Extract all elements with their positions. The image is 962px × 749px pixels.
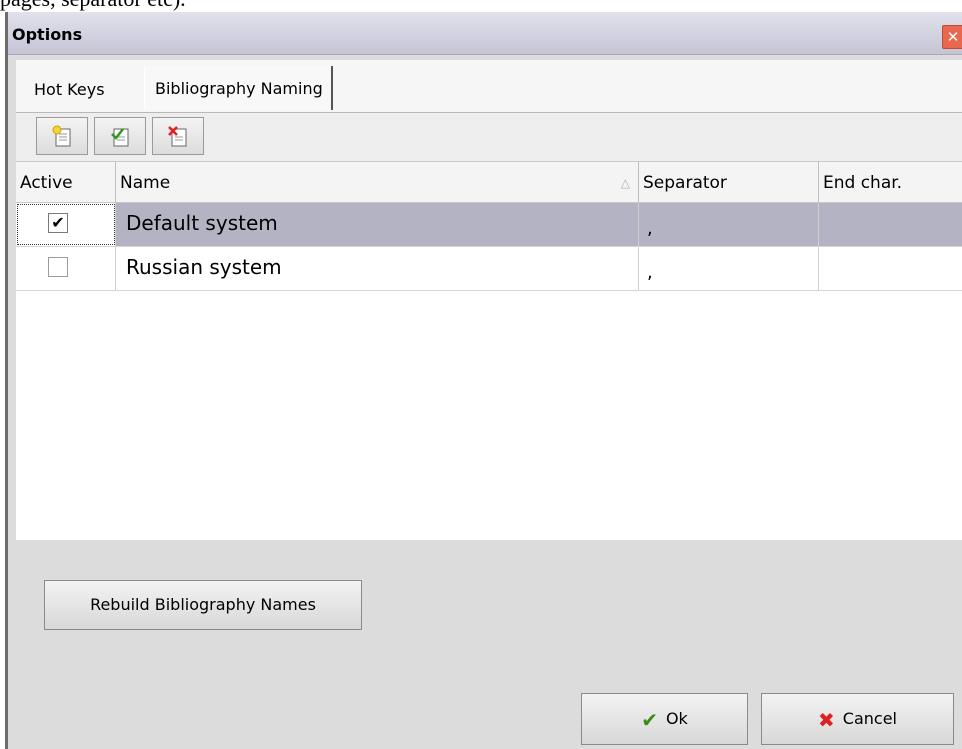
separator-cell: ,: [639, 203, 819, 246]
delete-item-button[interactable]: [152, 117, 204, 155]
options-dialog: Options ✕ Hot Keys Bibliography Naming A…: [5, 12, 962, 749]
column-header-end-char[interactable]: End char.: [819, 162, 962, 202]
tab-bar: Hot Keys Bibliography Naming: [16, 60, 962, 113]
add-item-button[interactable]: [36, 117, 88, 155]
dialog-titlebar[interactable]: Options ✕: [8, 12, 962, 55]
tab-bibliography-naming[interactable]: Bibliography Naming: [144, 66, 333, 110]
dialog-title: Options: [12, 25, 83, 44]
checkmark-icon: ✔: [641, 707, 658, 732]
sort-ascending-icon: △: [620, 176, 630, 190]
bibliography-naming-grid: Active Name △ Separator End char. ✔ Defa…: [16, 162, 962, 540]
end-char-cell: [819, 247, 962, 290]
table-row[interactable]: ✔ Default system ,: [16, 203, 962, 247]
edit-item-button[interactable]: [94, 117, 146, 155]
grid-header: Active Name △ Separator End char.: [16, 162, 962, 203]
active-cell: ✔: [16, 203, 116, 246]
cross-icon: ✖: [818, 707, 835, 732]
active-checkbox[interactable]: ✔: [48, 213, 68, 233]
separator-value: ,: [647, 262, 653, 283]
close-button[interactable]: ✕: [942, 25, 962, 49]
column-header-name-label: Name: [120, 173, 171, 193]
name-cell: Russian system: [116, 247, 639, 290]
cancel-button[interactable]: ✖ Cancel: [761, 693, 954, 745]
table-row[interactable]: Russian system ,: [16, 247, 962, 291]
delete-document-icon: [168, 126, 187, 147]
rebuild-bibliography-names-button[interactable]: Rebuild Bibliography Names: [44, 580, 362, 630]
document-caption-text: pages, separator etc).: [0, 0, 186, 12]
column-header-active[interactable]: Active: [16, 162, 116, 202]
toolbar: [16, 113, 962, 162]
column-header-name[interactable]: Name △: [116, 162, 639, 202]
separator-cell: ,: [639, 247, 819, 290]
active-cell: [16, 247, 116, 290]
end-char-cell: [819, 203, 962, 246]
ok-button[interactable]: ✔ Ok: [581, 693, 748, 745]
ok-label: Ok: [665, 709, 688, 728]
separator-value: ,: [647, 218, 653, 239]
cancel-label: Cancel: [842, 709, 897, 728]
column-header-separator[interactable]: Separator: [639, 162, 819, 202]
close-icon: ✕: [946, 28, 960, 46]
name-cell: Default system: [116, 203, 639, 246]
active-checkbox[interactable]: [48, 257, 68, 277]
tab-hot-keys[interactable]: Hot Keys: [34, 70, 105, 110]
checked-document-icon: [111, 128, 129, 147]
new-document-icon: [52, 125, 71, 147]
